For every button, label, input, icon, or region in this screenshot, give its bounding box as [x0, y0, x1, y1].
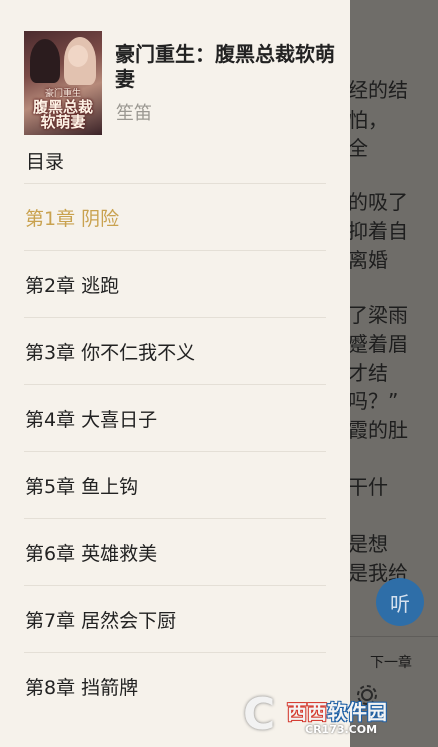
chapter-item-2[interactable]: 第2章 逃跑 — [24, 250, 326, 317]
watermark-url: CR173.COM — [305, 723, 378, 736]
table-of-contents-drawer: 豪门重生 腹黑总裁 软萌妻 豪门重生：腹黑总裁软萌妻 笙笛 目录 第1章 阴险 … — [0, 0, 350, 747]
chapter-item-4[interactable]: 第4章 大喜日子 — [24, 384, 326, 451]
chapter-item-1[interactable]: 第1章 阴险 — [24, 183, 326, 250]
reader-text-line: 了梁雨 — [348, 303, 408, 327]
reader-text-line: 干什 — [348, 475, 388, 499]
reader-text-line: 全 — [348, 136, 368, 160]
chapter-item-6[interactable]: 第6章 英雄救美 — [24, 518, 326, 585]
chapter-label: 第8章 挡箭牌 — [25, 676, 139, 699]
book-author: 笙笛 — [116, 103, 152, 124]
reader-text-line: 蹙着眉 — [348, 332, 408, 356]
chapter-label: 第4章 大喜日子 — [25, 408, 158, 431]
reader-text-line: 才结 — [348, 361, 388, 385]
reader-bottom-divider — [350, 636, 438, 637]
listen-button-label: 听 — [390, 591, 410, 616]
chapter-label: 第3章 你不仁我不义 — [25, 341, 196, 364]
reader-text-line: 怕， — [348, 108, 388, 132]
reader-text-line: 离婚 — [348, 248, 388, 272]
toc-header: 目录 — [26, 151, 65, 173]
reader-text-line: 的吸了 — [348, 190, 408, 214]
chapter-label: 第1章 阴险 — [25, 207, 120, 230]
reader-text-line: 抑着自 — [348, 219, 408, 243]
watermark-logo-mark: C — [243, 689, 276, 740]
watermark-brand-red: 西西 — [287, 700, 327, 724]
chapter-item-7[interactable]: 第7章 居然会下厨 — [24, 585, 326, 652]
chapter-label: 第5章 鱼上钩 — [25, 475, 139, 498]
reader-text-line: 是想 — [348, 532, 388, 556]
cover-text-sub: 软萌妻 — [40, 113, 86, 132]
chapter-list: 第1章 阴险 第2章 逃跑 第3章 你不仁我不义 第4章 大喜日子 第5章 鱼上… — [0, 183, 350, 719]
watermark-brand: 西西软件园 — [287, 696, 387, 725]
chapter-label: 第6章 英雄救美 — [25, 542, 158, 565]
listen-button[interactable]: 听 — [376, 578, 424, 626]
cover-figure-man — [30, 39, 60, 83]
chapter-item-3[interactable]: 第3章 你不仁我不义 — [24, 317, 326, 384]
reader-text-line: 霞的肚 — [348, 418, 408, 442]
chapter-label: 第2章 逃跑 — [25, 274, 120, 297]
chapter-item-5[interactable]: 第5章 鱼上钩 — [24, 451, 326, 518]
reader-text-line: 吗？” — [348, 389, 399, 413]
chapter-label: 第7章 居然会下厨 — [25, 609, 177, 632]
book-title: 豪门重生：腹黑总裁软萌妻 — [115, 42, 335, 91]
watermark-brand-blue: 软件园 — [327, 700, 387, 724]
cover-figure-face — [68, 45, 88, 67]
site-watermark: C 西西软件园 CR173.COM — [243, 690, 423, 742]
reader-text-line: 经的结 — [348, 78, 408, 102]
book-cover: 豪门重生 腹黑总裁 软萌妻 — [24, 31, 102, 135]
cover-title-art: 豪门重生 腹黑总裁 软萌妻 — [24, 89, 102, 132]
next-chapter-button[interactable]: 下一章 — [370, 652, 412, 672]
